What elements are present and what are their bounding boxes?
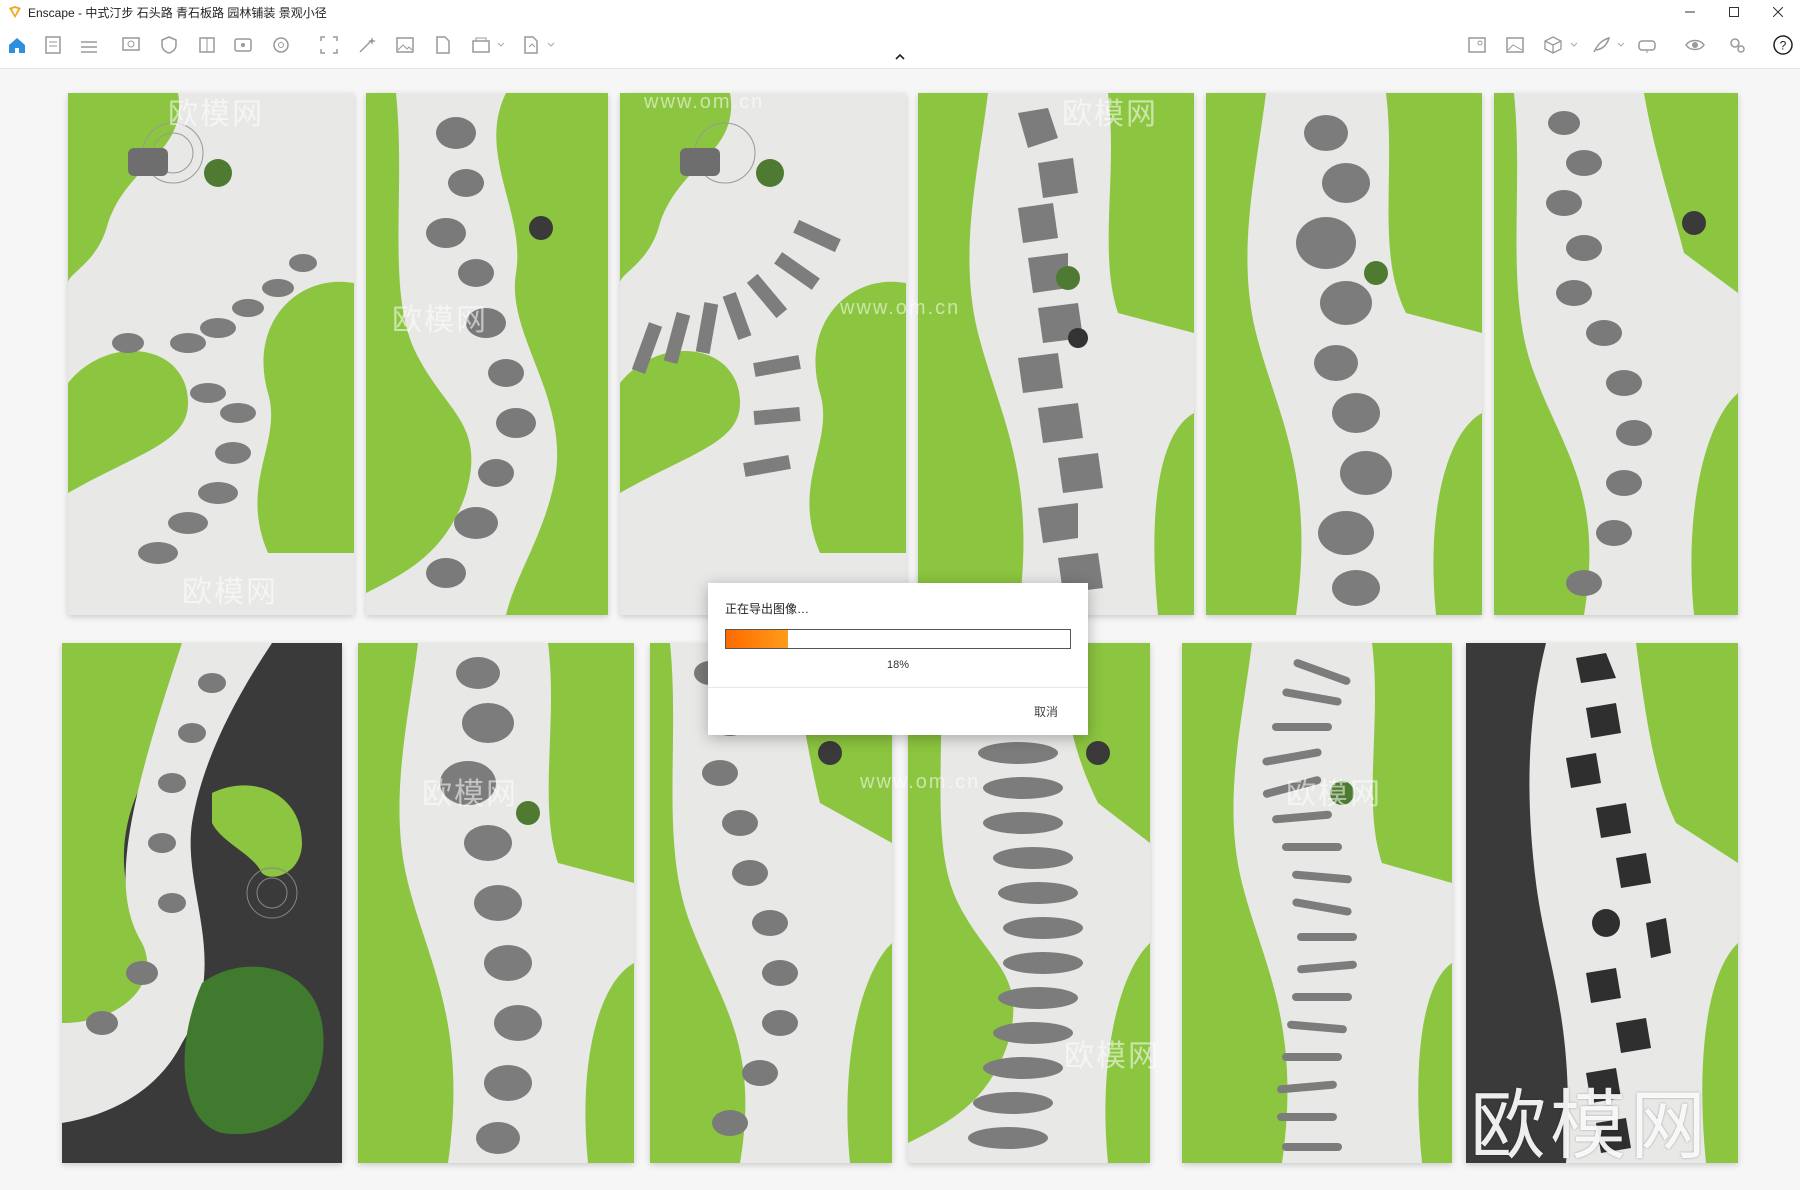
garden-panel [68, 93, 354, 615]
gear-wheel-button[interactable] [270, 34, 292, 56]
watermark-text: 欧模网 [182, 576, 278, 609]
enscape-logo-icon [9, 6, 21, 18]
garden-panel [620, 93, 906, 615]
shield-icon [161, 36, 177, 54]
book-icon [199, 37, 215, 53]
minimize-icon [1685, 11, 1695, 13]
batch-button[interactable] [470, 34, 492, 56]
image-button[interactable] [394, 34, 416, 56]
info-card-button[interactable] [232, 34, 254, 56]
feather-icon [1593, 36, 1611, 53]
chevron-down-icon[interactable] [1570, 41, 1578, 49]
minimize-button[interactable] [1668, 0, 1712, 24]
settings-button[interactable] [1726, 34, 1748, 56]
svg-text:?: ? [1780, 39, 1787, 53]
eye-icon [1685, 39, 1705, 51]
watermark-text: 欧模网 [392, 304, 488, 337]
render-viewport[interactable]: 欧模网 欧模网 www.om.cn www.om.cn 欧模网 欧模网 欧模网 … [0, 69, 1800, 1190]
export-progress-dialog: 正在导出图像… 18% 取消 [708, 583, 1088, 735]
info-card-icon [234, 38, 252, 52]
garden-panel [358, 643, 634, 1163]
scan-button[interactable] [318, 34, 340, 56]
magic-wand-button[interactable] [356, 34, 378, 56]
document-icon [45, 36, 61, 54]
document-button[interactable] [42, 34, 64, 56]
home-icon [9, 38, 25, 53]
watermark-text: www.om.cn [840, 297, 961, 319]
garden-panel [366, 93, 608, 615]
help-icon: ? [1773, 35, 1793, 55]
watermark-text: 欧模网 [168, 98, 264, 131]
settings-icon [1730, 38, 1745, 53]
chevron-down-icon[interactable] [1617, 41, 1625, 49]
chevron-down-icon[interactable] [497, 41, 505, 49]
divider [708, 687, 1088, 688]
magic-wand-icon [359, 37, 376, 53]
image-icon [396, 37, 414, 53]
toolbar: ? [0, 24, 1800, 69]
garden-panel [62, 643, 342, 1163]
progress-bar [725, 629, 1071, 649]
map-icon [1468, 37, 1486, 53]
monitor-button[interactable] [120, 34, 142, 56]
window-title: Enscape - 中式汀步 石头路 青石板路 园林铺装 景观小径 [28, 5, 327, 20]
watermark-text: 欧模网 [1064, 1040, 1160, 1073]
export-button[interactable] [520, 34, 542, 56]
watermark-text: 欧模网 [422, 778, 518, 811]
watermark-text: www.om.cn [644, 91, 765, 113]
file-export-icon [436, 36, 450, 54]
watermark-text: 欧模网 [1286, 778, 1382, 811]
close-button[interactable] [1756, 0, 1800, 24]
watermark-text: www.om.cn [860, 771, 981, 793]
garden-panel [1494, 93, 1738, 615]
beta-list-icon [81, 41, 97, 53]
eye-button[interactable] [1684, 34, 1706, 56]
watermark-text: 欧模网 [1062, 98, 1158, 131]
scan-icon [320, 36, 338, 54]
chevron-down-icon[interactable] [547, 41, 555, 49]
vr-button[interactable] [1636, 34, 1658, 56]
shield-button[interactable] [158, 34, 180, 56]
garden-panel [1182, 643, 1452, 1163]
file-export-button[interactable] [432, 34, 454, 56]
book-button[interactable] [196, 34, 218, 56]
dialog-title: 正在导出图像… [725, 602, 810, 616]
gear-wheel-icon [273, 37, 289, 53]
cube-icon [1544, 36, 1562, 54]
beta-list-button[interactable] [78, 34, 100, 56]
chevron-up-icon[interactable] [893, 52, 907, 62]
help-button[interactable]: ? [1772, 34, 1794, 56]
garden-panel [918, 93, 1194, 615]
feather-button[interactable] [1590, 34, 1612, 56]
maximize-icon [1729, 7, 1739, 17]
close-icon [1773, 7, 1783, 17]
export-icon [524, 36, 538, 54]
title-bar: Enscape - 中式汀步 石头路 青石板路 园林铺装 景观小径 [0, 0, 1800, 24]
batch-icon [472, 37, 490, 53]
map-button[interactable] [1466, 34, 1488, 56]
garden-panel [1206, 93, 1482, 615]
maximize-button[interactable] [1712, 0, 1756, 24]
vr-icon [1638, 40, 1656, 53]
progress-bar-fill [726, 630, 788, 648]
watermark-logo-text: 欧模网 [1470, 1081, 1710, 1170]
progress-percent: 18% [886, 659, 910, 671]
home-button[interactable] [6, 34, 28, 56]
gallery-button[interactable] [1504, 34, 1526, 56]
cancel-button[interactable]: 取消 [1034, 703, 1058, 720]
monitor-icon [122, 37, 140, 51]
cube-button[interactable] [1542, 34, 1564, 56]
gallery-icon [1506, 37, 1524, 53]
